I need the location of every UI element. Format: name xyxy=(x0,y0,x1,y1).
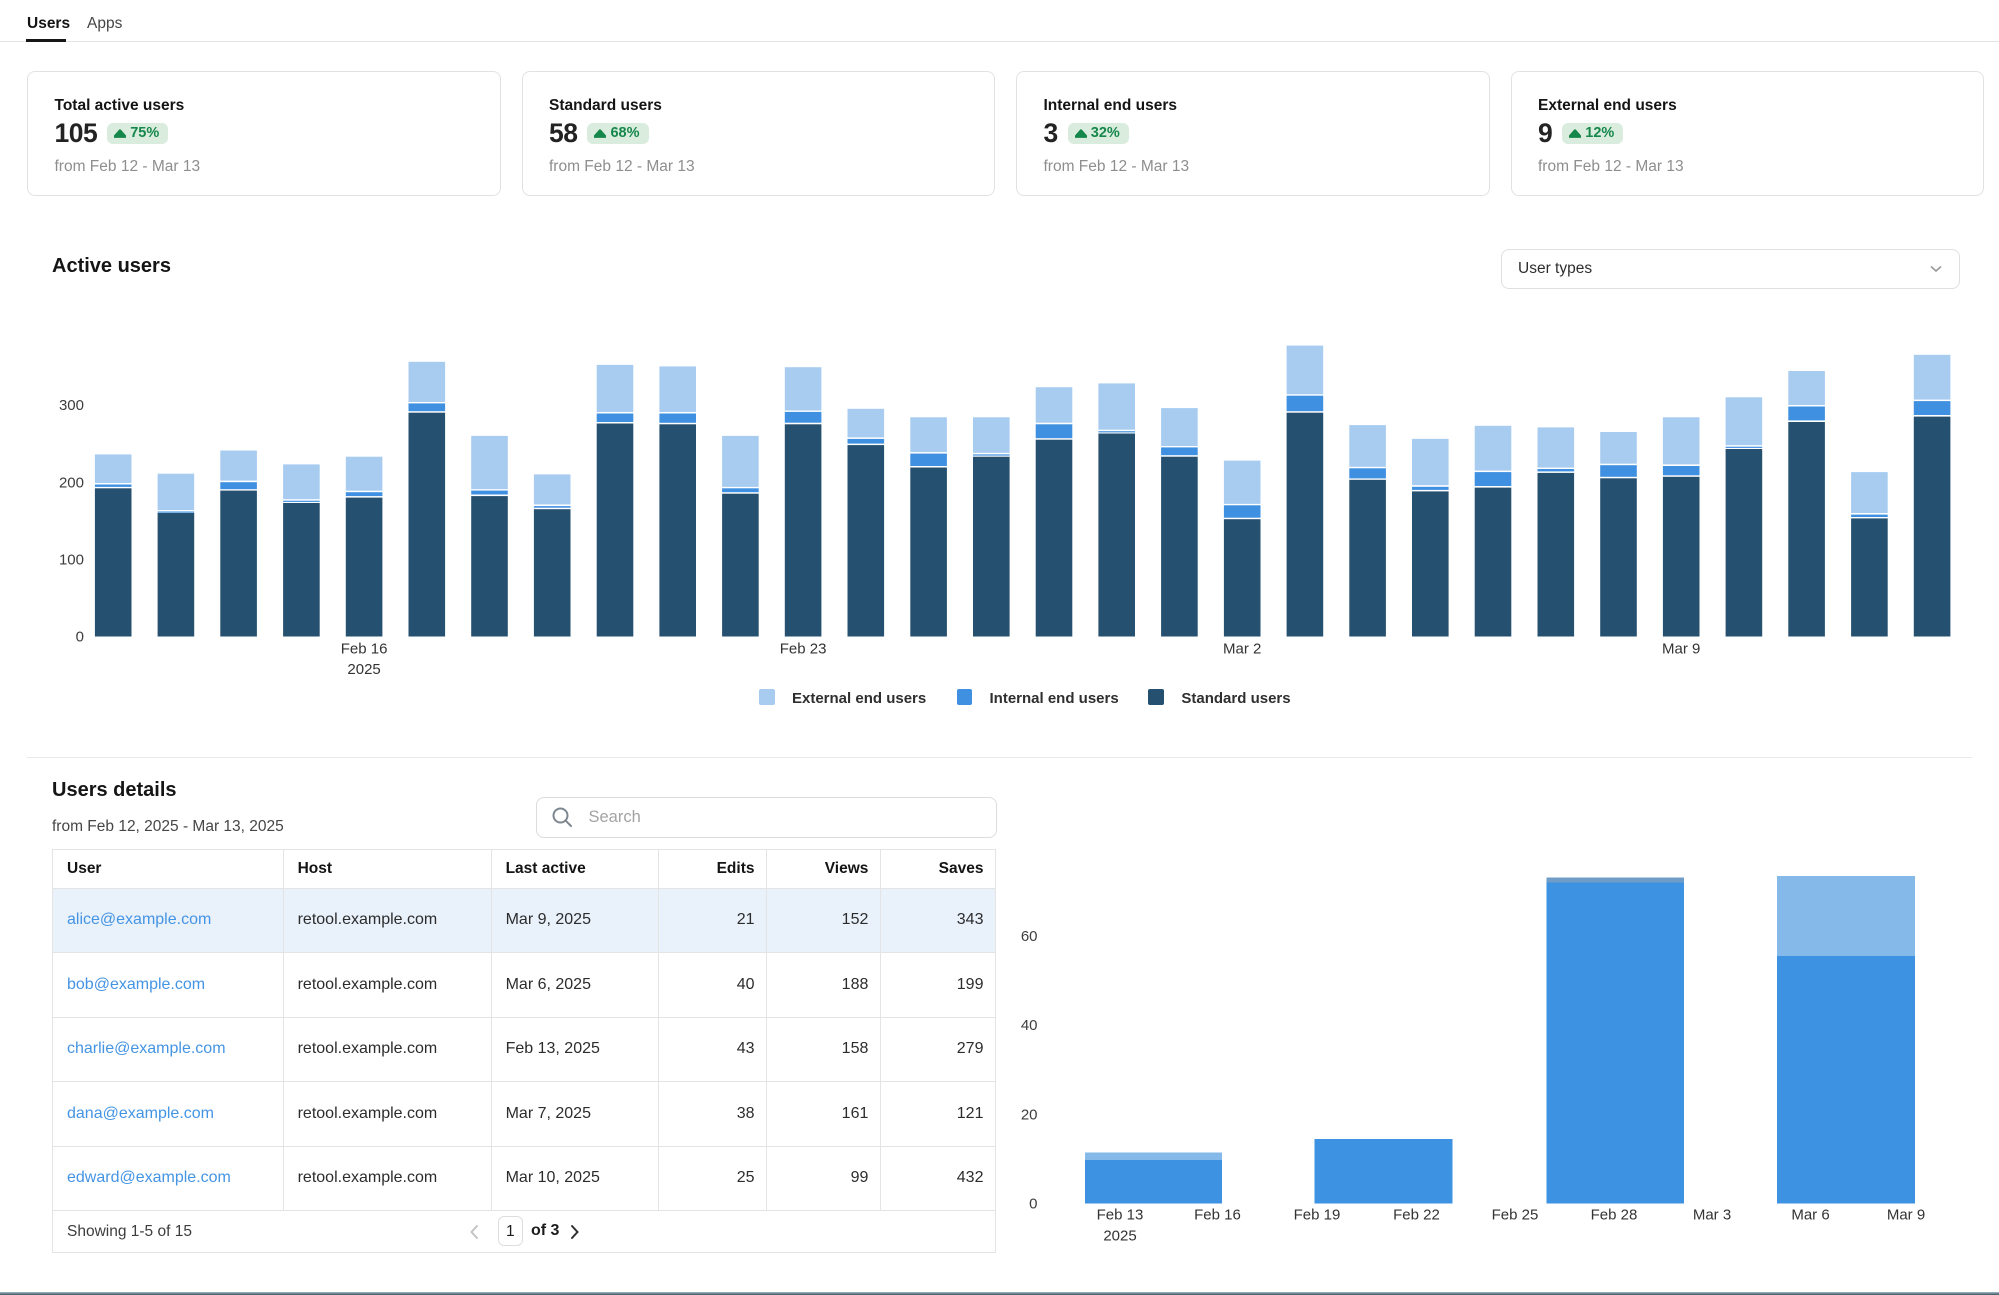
svg-text:Feb 13: Feb 13 xyxy=(1097,1207,1144,1224)
svg-text:Mar 9: Mar 9 xyxy=(1887,1207,1925,1224)
svg-text:Feb 19: Feb 19 xyxy=(1294,1207,1341,1224)
svg-text:Mar 3: Mar 3 xyxy=(1693,1207,1731,1224)
svg-text:20: 20 xyxy=(1021,1107,1038,1124)
svg-text:Mar 6: Mar 6 xyxy=(1791,1207,1829,1224)
svg-text:Feb 23: Feb 23 xyxy=(780,641,827,658)
svg-text:2025: 2025 xyxy=(1103,1228,1136,1245)
svg-text:0: 0 xyxy=(1029,1196,1037,1213)
svg-text:2025: 2025 xyxy=(347,661,380,678)
svg-text:300: 300 xyxy=(59,397,84,414)
svg-text:Feb 25: Feb 25 xyxy=(1492,1207,1539,1224)
svg-text:Feb 22: Feb 22 xyxy=(1393,1207,1440,1224)
svg-text:60: 60 xyxy=(1021,928,1038,945)
svg-text:Mar 9: Mar 9 xyxy=(1662,641,1700,658)
svg-text:0: 0 xyxy=(76,629,84,646)
svg-text:Feb 16: Feb 16 xyxy=(1194,1207,1241,1224)
svg-text:40: 40 xyxy=(1021,1017,1038,1034)
svg-text:100: 100 xyxy=(59,552,84,569)
svg-text:Mar 2: Mar 2 xyxy=(1223,641,1261,658)
svg-text:200: 200 xyxy=(59,474,84,491)
svg-text:Feb 28: Feb 28 xyxy=(1591,1207,1638,1224)
svg-text:Feb 16: Feb 16 xyxy=(341,641,388,658)
